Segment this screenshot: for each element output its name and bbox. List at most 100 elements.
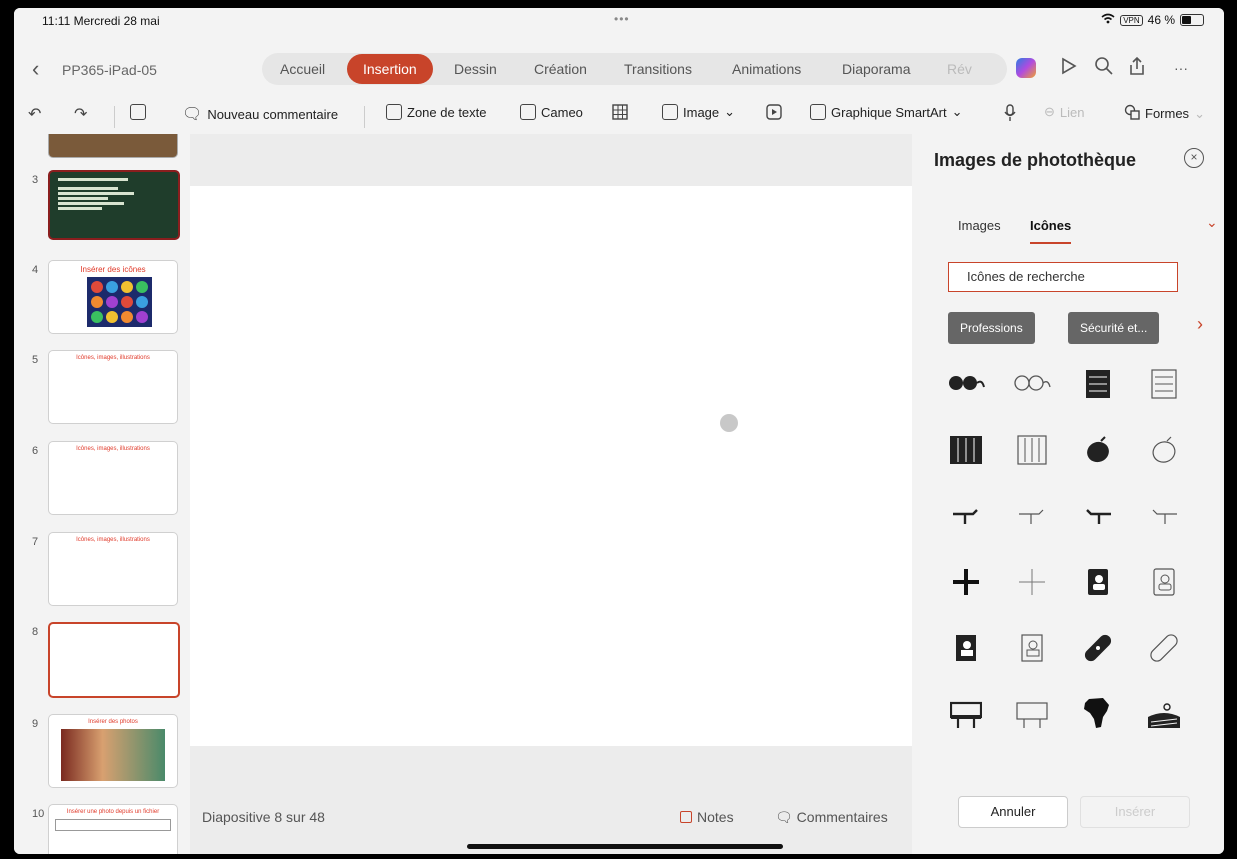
search-icon[interactable] [1094, 56, 1114, 82]
smartart-icon [810, 104, 826, 120]
glasses-outline-icon[interactable] [1004, 356, 1060, 412]
chevron-down-icon: ⌄ [724, 104, 736, 119]
notes-label: Notes [697, 809, 734, 825]
comment-icon: 🗨 [775, 809, 793, 825]
category-professions[interactable]: Professions [948, 312, 1035, 344]
tab-transitions[interactable]: Transitions [624, 61, 692, 77]
turn-right-bold-icon[interactable] [938, 488, 994, 544]
smartart-label: Graphique SmartArt [831, 104, 947, 120]
slide-thumbnail: Icônes, images, illustrations [48, 350, 178, 424]
slide-counter: Diapositive 8 sur 48 [202, 809, 325, 825]
smartart-button[interactable]: Graphique SmartArt ⌄ [810, 104, 963, 120]
bandage-filled-icon[interactable] [1070, 620, 1126, 676]
contact-book-outline-icon[interactable] [1136, 554, 1192, 610]
slide-thumbnail: Insérer une photo depuis un fichier [48, 804, 178, 854]
close-icon[interactable]: × [1184, 148, 1204, 168]
shapes-button[interactable]: Formes ⌄ [1124, 104, 1205, 123]
home-indicator[interactable] [467, 844, 783, 849]
tab-insertion[interactable]: Insertion [347, 54, 433, 84]
billboard-filled-icon[interactable] [938, 686, 994, 742]
status-bar: 11:11 Mercredi 28 mai ••• VPN 46 % [14, 8, 1224, 34]
cameo-button[interactable]: Cameo [520, 104, 583, 120]
redo-icon[interactable]: ↷ [74, 104, 87, 124]
stock-images-panel: Images de photothèque × Images Icônes ⌄ … [912, 134, 1224, 854]
wifi-icon [1101, 13, 1115, 27]
slide-thumbnail [48, 622, 180, 698]
tab-dessin[interactable]: Dessin [454, 61, 497, 77]
comments-button[interactable]: 🗨 Commentaires [775, 809, 888, 826]
new-slide-icon[interactable] [130, 104, 146, 120]
vpn-badge: VPN [1120, 14, 1143, 26]
link-button[interactable]: ⊖ Lien [1044, 104, 1084, 120]
chevron-down-icon: ⌄ [1194, 105, 1205, 121]
tab-diaporama[interactable]: Diaporama [842, 61, 910, 77]
copilot-icon[interactable] [1016, 58, 1036, 78]
document-name[interactable]: PP365-iPad-05 [62, 62, 157, 78]
undo-icon[interactable]: ↶ [28, 104, 41, 124]
acorn-filled-icon[interactable] [1070, 422, 1126, 478]
multitask-dots[interactable]: ••• [614, 12, 630, 26]
more-icon[interactable]: ··· [1174, 60, 1188, 76]
category-securite[interactable]: Sécurité et... [1068, 312, 1160, 344]
tab-revision[interactable]: Rév [947, 61, 972, 77]
abacus-frame-outline-icon[interactable] [1004, 422, 1060, 478]
loading-indicator [720, 414, 738, 432]
chevron-right-icon[interactable]: › [1197, 314, 1203, 335]
battery-percent: 46 % [1147, 13, 1175, 27]
contact-book-filled-icon[interactable] [1070, 554, 1126, 610]
turn-right-thin-icon[interactable] [1004, 488, 1060, 544]
play-icon[interactable] [1060, 56, 1078, 82]
slide-thumbnail: Icônes, images, illustrations [48, 441, 178, 515]
contact-card-outline-icon[interactable] [1004, 620, 1060, 676]
slide-thumb-title: Icônes, images, illustrations [76, 355, 150, 361]
tab-creation[interactable]: Création [534, 61, 587, 77]
insert-button[interactable]: Insérer [1080, 796, 1190, 828]
billboard-outline-icon[interactable] [1004, 686, 1060, 742]
abacus-frame-filled-icon[interactable] [938, 422, 994, 478]
image-icon [662, 104, 678, 120]
slide-thumb-title: Insérer une photo depuis un fichier [66, 809, 160, 815]
slide-thumb-photo [61, 729, 165, 781]
contact-card-filled-icon[interactable] [938, 620, 994, 676]
abacus-filled-icon[interactable] [1070, 356, 1126, 412]
tab-accueil[interactable]: Accueil [280, 61, 325, 77]
toolbar-divider [364, 106, 365, 128]
shapes-label: Formes [1145, 106, 1190, 121]
bandage-outline-icon[interactable] [1136, 620, 1192, 676]
new-comment-button[interactable]: 🗨 Nouveau commentaire [182, 104, 338, 124]
share-icon[interactable] [1128, 56, 1146, 82]
back-chevron-icon[interactable]: ‹ [32, 56, 39, 82]
image-button[interactable]: Image ⌄ [662, 104, 735, 120]
slide-thumb-title: Icônes, images, illustrations [76, 446, 150, 452]
cancel-button[interactable]: Annuler [958, 796, 1068, 828]
microphone-icon[interactable] [1004, 104, 1016, 122]
plus-bold-icon[interactable] [938, 554, 994, 610]
chevron-down-icon[interactable]: ⌄ [1206, 214, 1218, 231]
slide-canvas[interactable] [190, 186, 912, 746]
slide-number: 7 [32, 536, 39, 548]
table-icon[interactable] [612, 104, 628, 120]
tab-images[interactable]: Images [958, 218, 1001, 233]
tab-icons[interactable]: Icônes [1030, 218, 1072, 244]
text-box-button[interactable]: Zone de texte [386, 104, 487, 120]
tab-animations[interactable]: Animations [732, 61, 801, 77]
icon-grid-preview [87, 277, 152, 327]
panel-title: Images de photothèque [934, 150, 1137, 170]
slide-number: 3 [32, 174, 39, 186]
slide-editor: Diapositive 8 sur 48 Notes 🗨 Commentaire… [190, 134, 912, 854]
turn-left-thin-icon[interactable] [1136, 488, 1192, 544]
slide-thumb-title: Insérer des icônes [80, 265, 146, 274]
africa-icon[interactable] [1070, 686, 1126, 742]
video-icon[interactable] [766, 104, 782, 120]
search-input[interactable]: Icônes de recherche [948, 262, 1178, 292]
abacus-outline-icon[interactable] [1136, 356, 1192, 412]
slide-number: 10 [32, 808, 45, 820]
farm-field-sunrise-icon[interactable] [1136, 686, 1192, 742]
slide-thumb-screenshot [55, 819, 171, 831]
acorn-outline-icon[interactable] [1136, 422, 1192, 478]
notes-button[interactable]: Notes [680, 809, 734, 825]
turn-left-bold-icon[interactable] [1070, 488, 1126, 544]
plus-thin-icon[interactable] [1004, 554, 1060, 610]
ribbon-tabs-row: ‹ PP365-iPad-05 Accueil Insertion Dessin… [14, 48, 1224, 88]
glasses-filled-icon[interactable] [938, 356, 994, 412]
